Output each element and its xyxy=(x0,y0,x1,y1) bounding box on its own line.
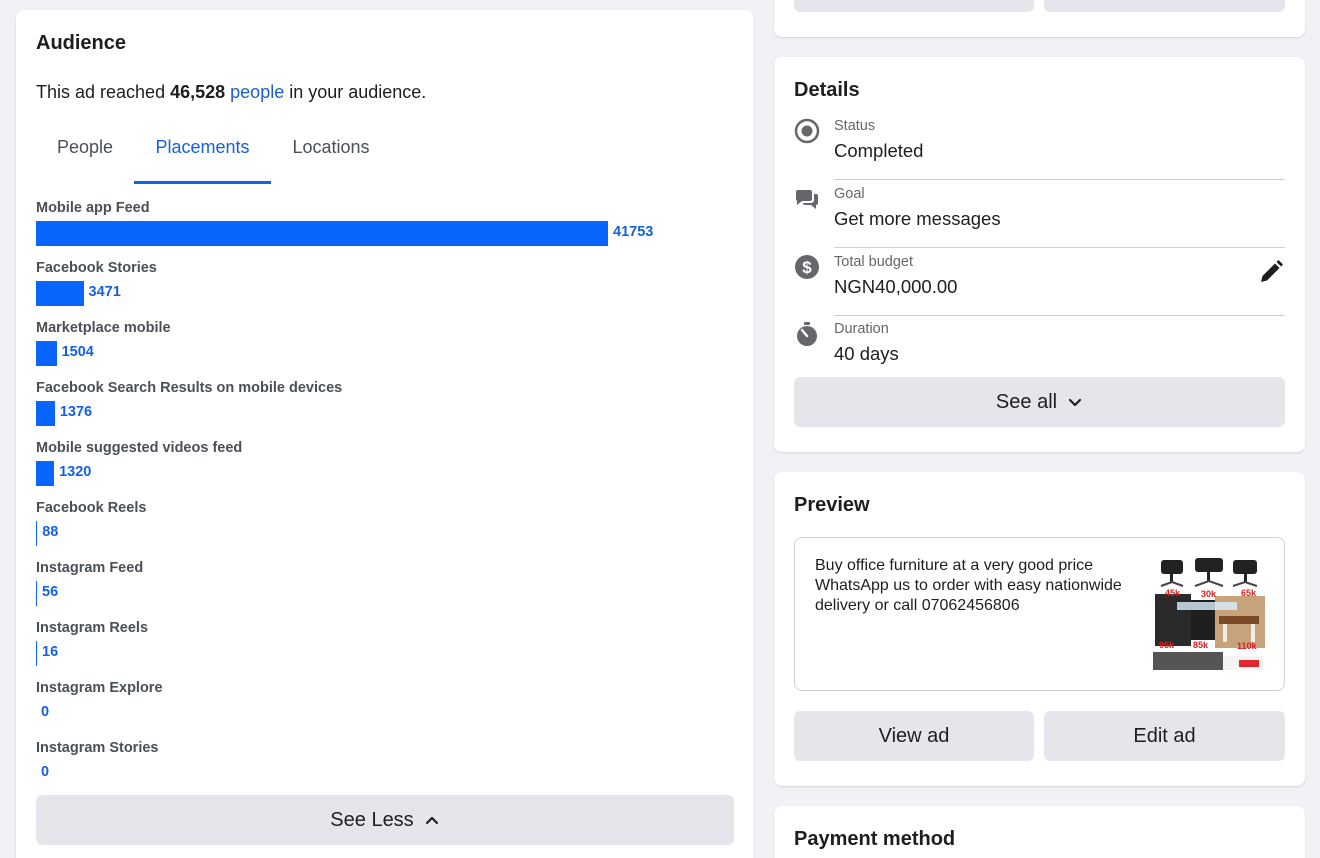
budget-label: Total budget xyxy=(834,254,914,270)
svg-text:110k: 110k xyxy=(1237,641,1258,651)
pencil-icon[interactable] xyxy=(1257,258,1285,286)
placement-bar xyxy=(36,461,55,486)
placement-bar xyxy=(36,221,608,246)
reach-count: 46,528 xyxy=(170,82,226,102)
reach-suffix: in your audience. xyxy=(284,82,427,102)
placement-value: 16 xyxy=(42,644,59,660)
duration-label: Duration xyxy=(834,321,889,337)
placement-row: Instagram Stories 0 xyxy=(36,740,736,800)
placement-value: 56 xyxy=(42,584,59,600)
placement-bar xyxy=(36,581,37,606)
previous-card-button-left[interactable] xyxy=(794,0,1034,12)
ad-image-thumbnail: 45k 30k 65k 95k 85k 110k xyxy=(1153,556,1265,670)
placement-label: Instagram Explore xyxy=(36,680,163,696)
preview-title: Preview xyxy=(794,494,870,516)
detail-row-goal: Goal Get more messages xyxy=(794,182,1285,248)
placement-value: 88 xyxy=(42,524,59,540)
placement-row: Facebook Reels 88 xyxy=(36,500,736,560)
payment-method-card: Payment method xyxy=(774,806,1305,858)
payment-method-title: Payment method xyxy=(794,828,956,850)
tab-placements[interactable]: Placements xyxy=(134,122,271,184)
svg-text:65k: 65k xyxy=(1241,588,1257,598)
stopwatch-icon xyxy=(797,322,817,346)
dollar-circle-icon: $ xyxy=(795,255,819,279)
preview-card: Preview Buy office furniture at a very g… xyxy=(774,472,1305,786)
placement-bar xyxy=(36,641,37,666)
placement-label: Instagram Reels xyxy=(36,620,149,636)
detail-row-budget: $ Total budget NGN40,000.00 xyxy=(794,250,1285,316)
previous-card-button-right[interactable] xyxy=(1044,0,1285,12)
placement-label: Instagram Feed xyxy=(36,560,144,576)
chevron-up-icon xyxy=(425,816,438,825)
previous-card xyxy=(774,0,1305,37)
placement-value: 1320 xyxy=(59,464,92,480)
placement-label: Mobile app Feed xyxy=(36,200,150,216)
people-link[interactable]: people xyxy=(230,82,284,102)
audience-card: Audience This ad reached 46,528 people i… xyxy=(16,10,754,858)
placements-chart: Mobile app Feed 41753 Facebook Stories 3471… xyxy=(36,200,736,800)
ad-preview[interactable]: Buy office furniture at a very good pric… xyxy=(794,537,1285,691)
budget-value: NGN40,000.00 xyxy=(834,276,958,297)
svg-text:45k: 45k xyxy=(1165,588,1181,598)
tab-locations[interactable]: Locations xyxy=(271,122,391,184)
svg-text:85k: 85k xyxy=(1193,640,1209,650)
details-title: Details xyxy=(794,79,860,101)
goal-value: Get more messages xyxy=(834,208,1001,229)
placement-label: Mobile suggested videos feed xyxy=(36,440,243,456)
status-label: Status xyxy=(834,118,876,134)
svg-text:30k: 30k xyxy=(1201,589,1217,599)
see-all-label: See all xyxy=(995,390,1058,413)
placement-value: 1376 xyxy=(59,404,93,420)
placement-row: Facebook Search Results on mobile device… xyxy=(36,380,736,440)
divider xyxy=(834,179,1285,180)
placement-row: Facebook Stories 3471 xyxy=(36,260,736,320)
view-ad-button[interactable]: View ad xyxy=(794,711,1034,761)
status-radio-icon xyxy=(794,118,820,144)
placement-label: Facebook Reels xyxy=(36,500,147,516)
status-value: Completed xyxy=(834,140,924,161)
duration-value: 40 days xyxy=(834,343,899,364)
detail-row-duration: Duration 40 days xyxy=(794,317,1285,383)
detail-row-status: Status Completed xyxy=(794,114,1285,180)
see-less-button[interactable]: See Less xyxy=(36,795,734,845)
reach-prefix: This ad reached xyxy=(36,82,171,102)
placement-value: 0 xyxy=(41,764,50,780)
placement-bar xyxy=(36,521,38,546)
placement-label: Instagram Stories xyxy=(36,740,159,756)
divider xyxy=(834,247,1285,248)
placement-label: Facebook Stories xyxy=(36,260,157,276)
see-less-label: See Less xyxy=(330,808,414,831)
audience-title: Audience xyxy=(36,32,127,54)
placement-value: 41753 xyxy=(613,224,654,240)
placement-label: Facebook Search Results on mobile device… xyxy=(36,380,343,396)
placement-value: 0 xyxy=(41,704,50,720)
chat-bubbles-icon xyxy=(795,190,818,209)
reach-summary: This ad reached 46,528 people in your au… xyxy=(36,82,426,103)
goal-label: Goal xyxy=(834,186,865,202)
ad-primary-text: Buy office furniture at a very good pric… xyxy=(815,557,1122,614)
placement-label: Marketplace mobile xyxy=(36,320,171,336)
svg-text:95k: 95k xyxy=(1159,640,1175,650)
placement-row: Instagram Feed 56 xyxy=(36,560,736,620)
placement-value: 3471 xyxy=(88,284,121,300)
placement-bar xyxy=(36,401,55,426)
placement-row: Marketplace mobile 1504 xyxy=(36,320,736,380)
tab-people[interactable]: People xyxy=(36,122,134,184)
placement-bar xyxy=(36,341,57,366)
see-all-button[interactable]: See all xyxy=(794,377,1285,427)
placement-bar xyxy=(36,281,84,306)
placement-row: Instagram Reels 16 xyxy=(36,620,736,680)
details-card: Details Status Completed Goal Get more m… xyxy=(774,57,1305,452)
chevron-down-icon xyxy=(1068,398,1082,407)
svg-text:$: $ xyxy=(802,258,812,277)
placement-row: Instagram Explore 0 xyxy=(36,680,736,740)
placement-row: Mobile suggested videos feed 1320 xyxy=(36,440,736,500)
placement-value: 1504 xyxy=(61,344,94,360)
placement-row: Mobile app Feed 41753 xyxy=(36,200,736,260)
divider xyxy=(834,315,1285,316)
edit-ad-button[interactable]: Edit ad xyxy=(1044,711,1285,761)
